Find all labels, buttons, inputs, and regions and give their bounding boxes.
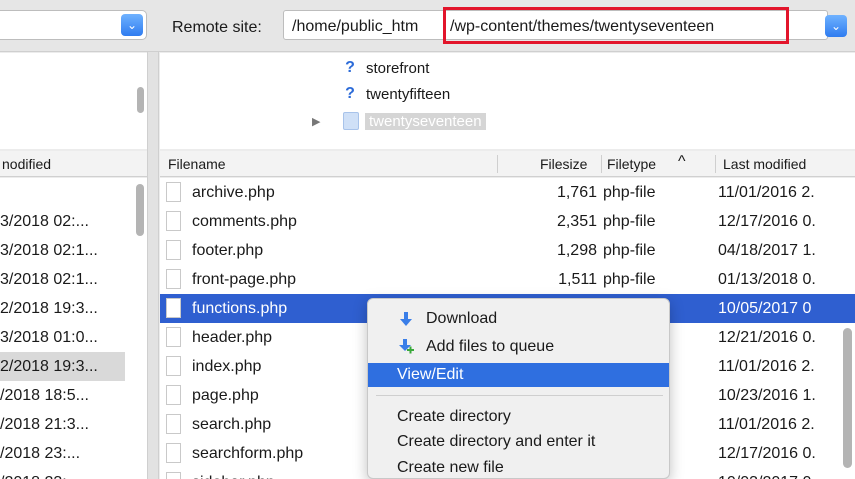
local-list-header: nodified [0, 151, 147, 177]
path-highlight-box [443, 7, 789, 44]
file-name: footer.php [192, 242, 264, 259]
download-arrow-icon [400, 312, 412, 326]
tree-item-twentyseventeen[interactable]: twentyseventeen [343, 110, 486, 132]
chevron-down-icon[interactable]: ⌄ [825, 15, 847, 37]
local-file-list: 3/2018 02:... 3/2018 02:1... 3/2018 02:1… [0, 178, 147, 479]
list-item[interactable]: /2018 18:5... [0, 381, 130, 410]
local-tree [0, 53, 147, 149]
table-row[interactable]: comments.php 2,351 php-file 12/17/2016 0… [160, 207, 855, 236]
list-item[interactable]: /2018 23: [0, 468, 130, 479]
column-filename[interactable]: Filename [168, 156, 226, 172]
menu-item-label: Add files to queue [426, 338, 555, 355]
file-size: 1,761 [556, 184, 597, 201]
local-site-combo[interactable]: ⌄ [0, 10, 147, 40]
list-item[interactable]: 2/2018 19:3... [0, 352, 125, 381]
local-list-scrollbar[interactable] [136, 184, 144, 236]
remote-tree: ? storefront ? twentyfifteen ▶ twentysev… [160, 53, 855, 149]
list-item[interactable]: 3/2018 02:... [0, 207, 130, 236]
file-size: 1,298 [556, 242, 597, 259]
pane-splitter[interactable] [147, 52, 159, 479]
file-icon [166, 414, 181, 434]
menu-item-view-edit[interactable]: View/Edit [368, 363, 669, 387]
local-tree-scrollbar[interactable] [137, 87, 144, 113]
file-modified: 10/23/2016 1. [718, 387, 816, 404]
file-icon [166, 472, 181, 479]
file-modified: 11/01/2016 2. [718, 416, 815, 433]
file-modified: 12/21/2016 0. [718, 329, 816, 346]
menu-item-create-directory[interactable]: Create directory [368, 405, 669, 429]
question-icon: ? [345, 59, 355, 76]
file-icon [166, 298, 181, 318]
menu-item-create-directory-enter[interactable]: Create directory and enter it [368, 430, 669, 454]
file-icon [166, 327, 181, 347]
file-modified: 11/01/2016 2. [718, 184, 815, 201]
file-type: php-file [603, 213, 656, 230]
file-modified: 04/18/2017 1. [718, 242, 816, 259]
expand-arrow-icon[interactable]: ▶ [312, 115, 320, 128]
remote-path-prefix: /home/public_htm [292, 18, 419, 35]
table-row[interactable]: archive.php 1,761 php-file 11/01/2016 2. [160, 178, 855, 207]
tree-item-twentyfifteen[interactable]: ? twentyfifteen [343, 83, 450, 105]
file-modified: 01/13/2018 0. [718, 271, 816, 288]
tree-item-storefront[interactable]: ? storefront [343, 57, 429, 79]
file-icon [166, 211, 181, 231]
file-modified: 11/01/2016 2. [718, 358, 815, 375]
file-name: searchform.php [192, 445, 304, 462]
menu-separator [376, 395, 663, 396]
file-modified: 10/05/2017 0 [718, 300, 812, 317]
file-name: functions.php [192, 300, 288, 317]
tree-item-label: twentyfifteen [366, 85, 451, 103]
file-name: comments.php [192, 213, 297, 230]
file-name: page.php [192, 387, 259, 404]
list-item[interactable]: 2/2018 19:3... [0, 294, 130, 323]
file-type: php-file [603, 242, 656, 259]
file-icon [166, 356, 181, 376]
file-name: sidebar.php [192, 468, 275, 479]
column-last-modified[interactable]: Last modified [723, 156, 806, 172]
file-name: search.php [192, 416, 272, 433]
file-icon [166, 240, 181, 260]
remote-list-header: Filename Filesize Filetype ^ Last modifi… [160, 151, 855, 177]
file-modified: 10/03/2017 0. [718, 468, 838, 479]
chevron-down-icon[interactable]: ⌄ [121, 14, 143, 36]
tree-item-label: storefront [366, 59, 430, 77]
column-filesize[interactable]: Filesize [540, 156, 587, 172]
file-modified: 12/17/2016 0. [718, 445, 816, 462]
menu-item-add-to-queue[interactable]: Add files to queue [368, 335, 669, 359]
sort-ascending-icon: ^ [678, 153, 686, 170]
file-size: 2,351 [556, 213, 597, 230]
table-row[interactable]: footer.php 1,298 php-file 04/18/2017 1. [160, 236, 855, 265]
menu-item-label: Download [426, 310, 498, 327]
file-icon [166, 269, 181, 289]
menu-item-create-new-file[interactable]: Create new file [368, 456, 669, 478]
file-icon [166, 385, 181, 405]
add-to-queue-icon [399, 339, 414, 354]
list-item[interactable]: 3/2018 02:1... [0, 265, 130, 294]
file-name: archive.php [192, 184, 275, 201]
remote-site-label: Remote site: [172, 19, 262, 36]
column-last-modified[interactable]: nodified [2, 156, 51, 172]
question-icon: ? [345, 85, 355, 102]
list-item[interactable]: /2018 21:3... [0, 410, 130, 439]
column-filetype[interactable]: Filetype [607, 156, 656, 172]
file-modified: 12/17/2016 0. [718, 213, 816, 230]
list-item[interactable]: 3/2018 02:1... [0, 236, 130, 265]
file-name: header.php [192, 329, 273, 346]
file-name: front-page.php [192, 271, 297, 288]
file-icon [166, 443, 181, 463]
list-item[interactable] [0, 178, 130, 207]
table-row[interactable]: front-page.php 1,511 php-file 01/13/2018… [160, 265, 855, 294]
file-type: php-file [603, 271, 656, 288]
remote-list-scrollbar[interactable] [843, 328, 852, 468]
file-name: index.php [192, 358, 262, 375]
file-size: 1,511 [558, 271, 597, 288]
list-item[interactable]: 3/2018 01:0... [0, 323, 130, 352]
file-type: php-file [603, 184, 656, 201]
folder-icon [343, 112, 359, 130]
menu-item-download[interactable]: Download [368, 307, 669, 331]
file-icon [166, 182, 181, 202]
context-menu: Download Add files to queue View/Edit Cr… [367, 298, 670, 479]
list-item[interactable]: /2018 23:... [0, 439, 130, 468]
tree-item-label: twentyseventeen [365, 112, 486, 130]
